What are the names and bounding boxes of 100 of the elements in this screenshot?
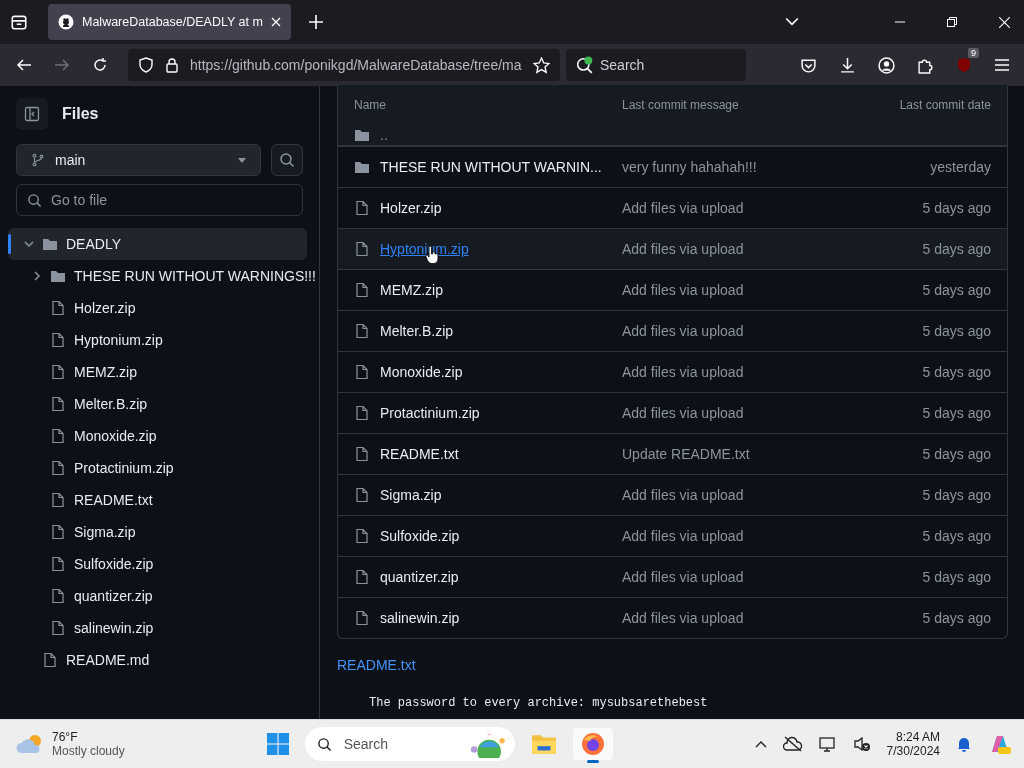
tab-list-icon[interactable] [10, 13, 28, 31]
file-icon [50, 396, 66, 412]
file-link[interactable]: Sigma.zip [380, 487, 442, 503]
commit-message[interactable]: Add files via upload [622, 569, 871, 585]
bell-icon[interactable] [956, 736, 972, 752]
star-icon[interactable] [533, 56, 550, 74]
file-link[interactable]: Melter.B.zip [380, 323, 454, 339]
file-link[interactable]: Holzer.zip [380, 200, 442, 216]
new-tab-icon[interactable] [308, 15, 323, 29]
commit-message[interactable]: Update README.txt [622, 446, 871, 462]
cloud-off-icon[interactable] [782, 736, 803, 752]
file-link[interactable]: THESE RUN WITHOUT WARNIN... [380, 159, 602, 175]
tree-item-label: Monoxide.zip [74, 428, 157, 444]
windows-start-icon[interactable] [266, 733, 289, 755]
fox-browser-icon[interactable] [580, 732, 605, 756]
back-arrow-icon[interactable] [16, 57, 32, 73]
file-row[interactable]: README.txt Update README.txt 5 days ago [338, 433, 1007, 474]
close-icon[interactable] [270, 17, 281, 27]
file-row[interactable]: Sulfoxide.zip Add files via upload 5 days ago [338, 515, 1007, 556]
tree-item[interactable]: salinewin.zip [8, 612, 307, 644]
file-link[interactable]: Hyptonium.zip [380, 241, 469, 257]
file-row[interactable]: Sigma.zip Add files via upload 5 days ago [338, 474, 1007, 515]
tree-item[interactable]: DEADLY [8, 228, 307, 260]
chevron-up-icon[interactable] [754, 740, 767, 748]
tree-item-label: DEADLY [66, 236, 121, 252]
file-link[interactable]: salinewin.zip [380, 610, 460, 626]
monitor-icon[interactable] [818, 736, 837, 752]
file-link[interactable]: Protactinium.zip [380, 405, 480, 421]
puzzle-icon[interactable] [917, 56, 934, 74]
commit-message[interactable]: Add files via upload [622, 528, 871, 544]
tree-item-label: README.txt [74, 492, 153, 508]
search-button[interactable] [271, 144, 303, 176]
collapse-sidebar-button[interactable] [16, 98, 48, 130]
tree-item[interactable]: Monoxide.zip [8, 420, 307, 452]
branch-icon [31, 153, 45, 167]
file-link[interactable]: Sulfoxide.zip [380, 528, 460, 544]
commit-message[interactable]: very funny hahahah!!! [622, 159, 871, 175]
menu-icon[interactable] [994, 57, 1010, 73]
commit-message[interactable]: Add files via upload [622, 610, 871, 626]
chevron-icon[interactable] [32, 271, 42, 281]
search-field[interactable]: Search [566, 49, 746, 81]
tree-item[interactable]: README.md [8, 644, 307, 676]
file-row[interactable]: Monoxide.zip Add files via upload 5 days ago [338, 351, 1007, 392]
file-row[interactable]: quantizer.zip Add files via upload 5 days ago [338, 556, 1007, 597]
file-icon [354, 241, 370, 257]
commit-date: 5 days ago [921, 282, 991, 298]
readme-title[interactable]: README.txt [337, 657, 416, 673]
file-row[interactable]: Melter.B.zip Add files via upload 5 days ago [338, 310, 1007, 351]
chevron-down-icon[interactable] [785, 17, 799, 27]
tree-item[interactable]: Hyptonium.zip [8, 324, 307, 356]
commit-message[interactable]: Add files via upload [622, 364, 871, 380]
file-row[interactable]: Protactinium.zip Add files via upload 5 days ago [338, 392, 1007, 433]
address-bar[interactable]: https://github.com/ponikgd/MalwareDatabase/tree/ma [128, 49, 560, 81]
commit-message[interactable]: Add files via upload [622, 241, 871, 257]
notification-badge: 9 [968, 48, 979, 58]
close-icon[interactable] [999, 16, 1010, 28]
file-icon [50, 588, 66, 604]
folder-app-icon[interactable] [530, 733, 557, 755]
file-icon [354, 405, 370, 421]
forward-arrow-icon[interactable] [54, 57, 70, 73]
file-row[interactable]: MEMZ.zip Add files via upload 5 days ago [338, 269, 1007, 310]
parent-directory-row[interactable]: .. [338, 125, 1007, 146]
tree-item[interactable]: Melter.B.zip [8, 388, 307, 420]
file-row[interactable]: Hyptonium.zip Add files via upload 5 days ago [338, 228, 1007, 269]
account-icon[interactable] [878, 56, 895, 74]
commit-message[interactable]: Add files via upload [622, 200, 871, 216]
file-icon [50, 460, 66, 476]
file-row[interactable]: salinewin.zip Add files via upload 5 days ago [338, 597, 1007, 638]
file-icon [354, 487, 370, 503]
download-icon[interactable] [839, 56, 856, 74]
file-link[interactable]: README.txt [380, 446, 459, 462]
commit-message[interactable]: Add files via upload [622, 487, 871, 503]
commit-message[interactable]: Add files via upload [622, 405, 871, 421]
clock-date[interactable]: 7/30/2024 [886, 744, 940, 758]
tree-item[interactable]: Protactinium.zip [8, 452, 307, 484]
file-link[interactable]: quantizer.zip [380, 569, 459, 585]
commit-message[interactable]: Add files via upload [622, 282, 871, 298]
tree-item-label: salinewin.zip [74, 620, 154, 636]
branch-selector[interactable]: main [16, 144, 261, 176]
chevron-icon[interactable] [24, 239, 34, 249]
clock-time[interactable]: 8:24 AM [895, 730, 940, 744]
tree-item[interactable]: Holzer.zip [8, 292, 307, 324]
reload-icon[interactable] [92, 57, 108, 73]
search-icon [27, 193, 42, 208]
go-to-file-field[interactable]: Go to file [16, 184, 303, 216]
speaker-muted-icon[interactable] [852, 736, 871, 752]
tree-item[interactable]: README.txt [8, 484, 307, 516]
pocket-icon[interactable] [800, 56, 817, 74]
taskbar-search-field[interactable]: Search [304, 727, 515, 761]
tree-item[interactable]: Sigma.zip [8, 516, 307, 548]
file-link[interactable]: Monoxide.zip [380, 364, 463, 380]
file-row[interactable]: THESE RUN WITHOUT WARNIN... very funny hahahah!!! yesterday [338, 146, 1007, 187]
restore-icon[interactable] [947, 17, 957, 27]
tree-item[interactable]: MEMZ.zip [8, 356, 307, 388]
browser-tab[interactable]: MalwareDatabase/DEADLY at m [48, 4, 291, 40]
tree-item[interactable]: quantizer.zip [8, 580, 307, 612]
tree-item[interactable]: Sulfoxide.zip [8, 548, 307, 580]
file-link[interactable]: MEMZ.zip [380, 282, 443, 298]
file-icon [354, 528, 370, 544]
commit-message[interactable]: Add files via upload [622, 323, 871, 339]
